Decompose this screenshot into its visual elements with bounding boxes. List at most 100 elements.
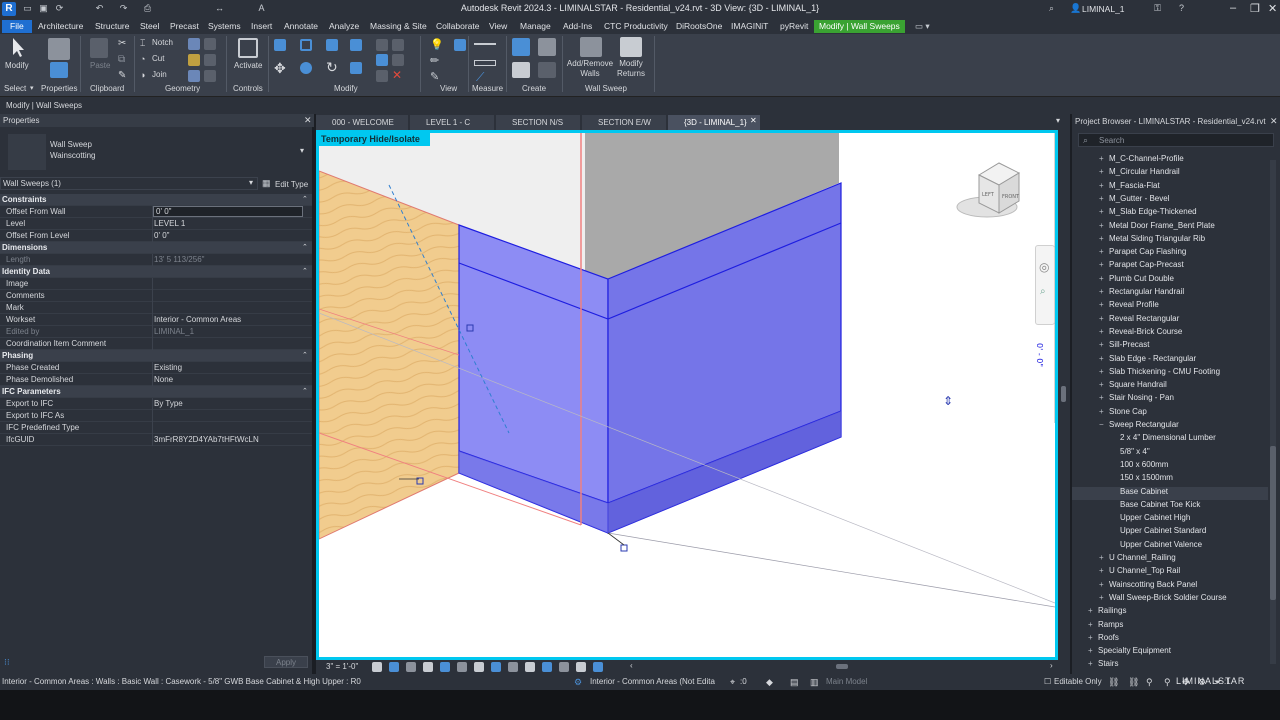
paint-icon[interactable] (188, 54, 200, 66)
cut-geometry-button[interactable]: Cut (152, 54, 164, 63)
browser-item[interactable]: + Reveal Rectangular (1099, 314, 1268, 327)
browser-item[interactable]: + Metal Siding Triangular Rib (1099, 234, 1268, 247)
override-graphics-icon[interactable] (454, 39, 466, 51)
browser-item[interactable]: + U Channel_Railing (1099, 553, 1268, 566)
browser-item[interactable]: Upper Cabinet Valence (1110, 540, 1268, 553)
browser-item[interactable]: + Plumb Cut Double (1099, 274, 1268, 287)
browser-item[interactable]: + M_Fascia-Flat (1099, 181, 1268, 194)
collapse-icon[interactable]: ⌃ (302, 243, 308, 251)
expand-icon[interactable]: + (1088, 659, 1098, 668)
remove-paint-icon[interactable] (204, 70, 216, 82)
collapse-icon[interactable]: ⌃ (302, 267, 308, 275)
flip-arrows-icon[interactable]: ⇕ (943, 394, 953, 408)
linework-icon[interactable]: ✎ (430, 70, 439, 83)
property-value[interactable]: LEVEL 1 (154, 219, 185, 228)
browser-item[interactable]: + Stone Cap (1099, 407, 1268, 420)
worksharing-display-icon[interactable] (542, 662, 552, 672)
select-pinned-icon[interactable]: ⚲ (1146, 677, 1153, 688)
mirror-axis-icon[interactable] (326, 39, 338, 51)
browser-item[interactable]: + U Channel_Top Rail (1099, 566, 1268, 579)
expand-icon[interactable]: + (1099, 314, 1109, 323)
reveal-hidden-icon[interactable] (525, 662, 535, 672)
property-row[interactable]: Phase Demolished None (0, 374, 312, 386)
activate-button[interactable]: Activate (234, 61, 262, 70)
property-value[interactable]: None (154, 375, 173, 384)
apply-button[interactable]: Apply (264, 656, 308, 668)
property-row[interactable]: Export to IFC By Type (0, 398, 312, 410)
lock-icon[interactable] (620, 544, 628, 552)
create-assembly-icon[interactable] (512, 38, 530, 56)
shadows-icon[interactable] (423, 662, 433, 672)
property-row[interactable]: Export to IFC As (0, 410, 312, 422)
expand-icon[interactable]: + (1099, 207, 1109, 216)
restore-icon[interactable]: ❐ (1250, 2, 1260, 15)
property-value[interactable]: 0' 0" (154, 231, 170, 240)
expand-icon[interactable]: + (1099, 327, 1109, 336)
sun-path-icon[interactable] (406, 662, 416, 672)
browser-item[interactable]: − Sweep Rectangular (1099, 420, 1268, 433)
collapse-icon[interactable]: ⌃ (302, 351, 308, 359)
property-row[interactable]: Image (0, 278, 312, 290)
active-workset[interactable]: Interior - Common Areas (Not Edita (590, 677, 715, 686)
browser-item[interactable]: + Slab Edge - Rectangular (1099, 354, 1268, 367)
collapse-icon[interactable]: ⌃ (302, 195, 308, 203)
tab-section-ns[interactable]: SECTION N/S (496, 115, 580, 130)
expand-icon[interactable]: + (1099, 247, 1109, 256)
constraints-icon[interactable] (593, 662, 603, 672)
tab-overflow-icon[interactable]: ▾ (1056, 116, 1060, 125)
browser-item[interactable]: + Rectangular Handrail (1099, 287, 1268, 300)
split-gap-icon[interactable] (392, 39, 404, 51)
expand-icon[interactable]: + (1099, 300, 1109, 309)
pin-icon[interactable] (376, 70, 388, 82)
tab-modify-wall-sweeps[interactable]: Modify | Wall Sweeps (814, 20, 905, 33)
browser-item[interactable]: + Railings (1088, 606, 1268, 619)
property-row[interactable]: Phase Created Existing (0, 362, 312, 374)
property-group-header[interactable]: Identity Data ⌃ (0, 266, 312, 278)
editing-requests-icon[interactable]: ◆ (766, 677, 773, 688)
expand-icon[interactable]: + (1099, 354, 1109, 363)
steering-wheel-icon[interactable]: ◎ (1039, 260, 1049, 274)
browser-item[interactable]: + M_C-Channel-Profile (1099, 154, 1268, 167)
design-options-icon[interactable]: ⌖ (730, 677, 735, 688)
user-icon[interactable]: 👤 (1070, 3, 1081, 14)
array-icon[interactable] (376, 54, 388, 66)
model-3d-view[interactable]: ⇕ LEFT FRONT 0' - 0" (319, 133, 1055, 657)
browser-item[interactable]: + M_Circular Handrail (1099, 167, 1268, 180)
tab-section-ew[interactable]: SECTION E/W (582, 115, 666, 130)
view-scale[interactable]: 3" = 1'-0" (326, 662, 358, 671)
filter-chevron-icon[interactable]: ▾ (249, 178, 253, 187)
expand-icon[interactable]: + (1099, 553, 1109, 562)
expand-icon[interactable]: + (1099, 393, 1109, 402)
copy-element-icon[interactable] (300, 62, 312, 74)
browser-item[interactable]: 150 x 1500mm (1110, 473, 1268, 486)
tab-pyrevit[interactable]: pyRevit (777, 20, 811, 33)
main-model-dropdown[interactable]: Main Model (826, 677, 867, 686)
expand-icon[interactable]: + (1099, 194, 1109, 203)
property-row[interactable]: Coordination Item Comment (0, 338, 312, 350)
property-value[interactable]: Interior - Common Areas (154, 315, 241, 324)
property-value[interactable]: By Type (154, 399, 183, 408)
render-icon[interactable] (440, 662, 450, 672)
tab-insert[interactable]: Insert (248, 20, 275, 33)
match-type-icon[interactable]: ✎ (118, 70, 126, 81)
select-chevron-icon[interactable]: ▾ (30, 84, 34, 92)
close-browser-icon[interactable]: ✕ (1270, 116, 1278, 127)
close-icon[interactable]: ✕ (1268, 2, 1277, 15)
split-face-icon[interactable] (204, 38, 216, 50)
tab-steel[interactable]: Steel (137, 20, 162, 33)
expand-icon[interactable]: + (1099, 593, 1109, 602)
expand-icon[interactable]: + (1099, 340, 1109, 349)
expand-icon[interactable]: + (1099, 287, 1109, 296)
instance-filter[interactable]: Wall Sweeps (1) ▾ (0, 177, 258, 190)
expand-icon[interactable]: + (1099, 380, 1109, 389)
property-group-header[interactable]: IFC Parameters ⌃ (0, 386, 312, 398)
cart-icon[interactable]: ⚿ (1152, 3, 1163, 14)
notch-button[interactable]: Notch (152, 38, 173, 47)
measure-tool-icon[interactable] (474, 43, 496, 45)
property-row[interactable]: Level LEVEL 1 (0, 218, 312, 230)
property-value[interactable]: 0' 0" (153, 206, 303, 217)
browser-search-input[interactable]: ⌕ Search (1078, 133, 1274, 147)
expand-icon[interactable]: + (1099, 274, 1109, 283)
browser-item[interactable]: + Parapet Cap Flashing (1099, 247, 1268, 260)
align-icon[interactable] (274, 39, 286, 51)
